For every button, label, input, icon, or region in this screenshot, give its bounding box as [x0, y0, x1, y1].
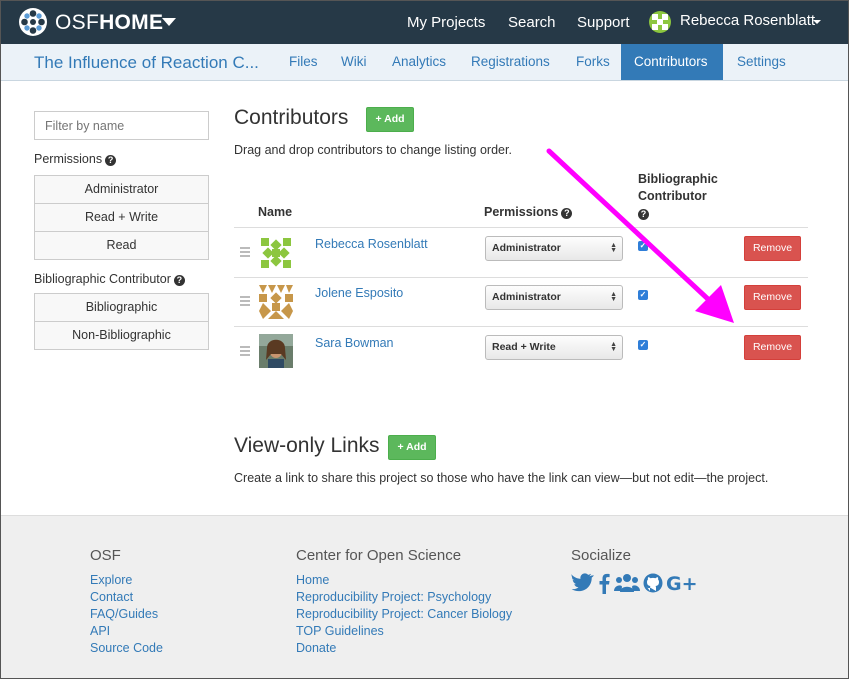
permission-select[interactable]: Administrator ▲ ▼	[485, 236, 623, 261]
svg-text:G+: G+	[666, 573, 698, 594]
footer-link-source-code[interactable]: Source Code	[90, 641, 163, 655]
avatar	[259, 285, 293, 319]
remove-contributor-button[interactable]: Remove	[744, 335, 801, 360]
twitter-icon[interactable]	[571, 572, 595, 594]
permission-select-value: Administrator	[492, 291, 561, 303]
nav-my-projects[interactable]: My Projects	[407, 14, 485, 31]
github-icon[interactable]	[642, 572, 664, 594]
bibliographic-checkbox[interactable]: ✓	[638, 241, 648, 251]
permission-select[interactable]: Read + Write ▲ ▼	[485, 335, 623, 360]
filter-read-button[interactable]: Read	[34, 231, 209, 260]
tab-wiki[interactable]: Wiki	[330, 44, 378, 80]
column-name: Name	[258, 205, 293, 219]
permissions-heading-label: Permissions	[34, 152, 103, 166]
table-divider	[234, 326, 808, 327]
facebook-icon[interactable]	[598, 572, 610, 594]
osf-logo-icon[interactable]	[18, 7, 48, 37]
permissions-heading: Permissions?	[34, 152, 117, 166]
remove-contributor-button[interactable]: Remove	[744, 236, 801, 261]
user-caret-down-icon[interactable]	[813, 20, 821, 24]
footer-link-explore[interactable]: Explore	[90, 573, 132, 587]
column-bibliographic: Bibliographic Contributor ?	[638, 171, 718, 222]
tab-analytics[interactable]: Analytics	[382, 44, 456, 80]
column-bibliographic-line1: Bibliographic	[638, 172, 718, 186]
column-permissions: Permissions?	[484, 205, 573, 219]
footer-link-rp-cancer-biology[interactable]: Reproducibility Project: Cancer Biology	[296, 607, 512, 621]
tab-contributors[interactable]: Contributors	[621, 44, 723, 80]
drag-handle-icon[interactable]	[240, 247, 250, 259]
question-circle-icon[interactable]: ?	[561, 208, 573, 219]
view-only-links-heading: View-only Links	[234, 434, 380, 457]
filter-read-write-button[interactable]: Read + Write	[34, 203, 209, 232]
google-plus-icon[interactable]: G+	[666, 572, 698, 594]
bibliographic-checkbox[interactable]: ✓	[638, 340, 648, 350]
user-avatar[interactable]	[649, 11, 671, 33]
brand-osf: OSF	[55, 11, 100, 34]
bibliographic-checkbox[interactable]: ✓	[638, 290, 648, 300]
question-circle-icon[interactable]: ?	[173, 275, 185, 286]
view-only-links-description: Create a link to share this project so t…	[234, 471, 769, 485]
tab-registrations[interactable]: Registrations	[461, 44, 560, 80]
bibliographic-heading-label: Bibliographic Contributor	[34, 272, 171, 286]
nav-search[interactable]: Search	[508, 14, 556, 31]
project-title[interactable]: The Influence of Reaction C...	[34, 53, 259, 73]
footer-cos-heading: Center for Open Science	[296, 547, 462, 564]
add-contributor-button[interactable]: + Add	[366, 107, 414, 132]
tab-settings[interactable]: Settings	[726, 44, 797, 80]
top-navbar: OSFHOME My Projects Search Support Rebec…	[1, 1, 848, 44]
footer-link-top-guidelines[interactable]: TOP Guidelines	[296, 624, 384, 638]
avatar	[259, 236, 293, 270]
footer-link-contact[interactable]: Contact	[90, 590, 133, 604]
tab-files[interactable]: Files	[278, 44, 329, 80]
add-view-only-link-button[interactable]: + Add	[388, 435, 436, 460]
brand-osf-home[interactable]: OSFHOME	[55, 11, 163, 35]
filter-administrator-button[interactable]: Administrator	[34, 175, 209, 204]
contributor-name-link[interactable]: Jolene Esposito	[315, 286, 403, 300]
brand-caret-down-icon[interactable]	[162, 18, 176, 26]
footer-link-api[interactable]: API	[90, 624, 110, 638]
project-navbar: The Influence of Reaction C... Files Wik…	[1, 44, 848, 81]
permission-select-value: Administrator	[492, 242, 561, 254]
avatar	[259, 334, 293, 368]
footer-link-rp-psychology[interactable]: Reproducibility Project: Psychology	[296, 590, 491, 604]
filter-non-bibliographic-button[interactable]: Non-Bibliographic	[34, 321, 209, 350]
page-frame: OSFHOME My Projects Search Support Rebec…	[0, 0, 849, 679]
column-permissions-label: Permissions	[484, 205, 559, 219]
filter-by-name-input[interactable]	[34, 111, 209, 140]
contributors-heading: Contributors	[234, 106, 349, 129]
brand-home: HOME	[99, 11, 164, 34]
drag-handle-icon[interactable]	[240, 296, 250, 308]
drag-handle-icon[interactable]	[240, 346, 250, 358]
select-arrows-icon: ▲ ▼	[610, 242, 617, 254]
permission-select[interactable]: Administrator ▲ ▼	[485, 285, 623, 310]
footer-link-home[interactable]: Home	[296, 573, 329, 587]
select-arrows-icon: ▲ ▼	[610, 341, 617, 353]
contributor-name-link[interactable]: Rebecca Rosenblatt	[315, 237, 428, 251]
select-arrows-icon: ▲ ▼	[610, 291, 617, 303]
table-divider	[234, 277, 808, 278]
bibliographic-heading: Bibliographic Contributor?	[34, 272, 185, 286]
footer-osf-heading: OSF	[90, 547, 121, 564]
user-name[interactable]: Rebecca Rosenblatt	[680, 12, 815, 29]
permission-select-value: Read + Write	[492, 341, 556, 353]
nav-support[interactable]: Support	[577, 14, 630, 31]
filter-bibliographic-button[interactable]: Bibliographic	[34, 293, 209, 322]
contributor-name-link[interactable]: Sara Bowman	[315, 336, 394, 350]
table-divider	[234, 227, 808, 228]
footer-link-donate[interactable]: Donate	[296, 641, 336, 655]
drag-drop-hint: Drag and drop contributors to change lis…	[234, 143, 512, 157]
column-bibliographic-line2: Contributor	[638, 189, 707, 203]
footer-social-heading: Socialize	[571, 547, 632, 564]
footer-link-faq[interactable]: FAQ/Guides	[90, 607, 158, 621]
group-icon[interactable]	[614, 572, 640, 594]
tab-forks[interactable]: Forks	[565, 44, 621, 80]
question-circle-icon[interactable]: ?	[105, 155, 117, 166]
remove-contributor-button[interactable]: Remove	[744, 285, 801, 310]
question-circle-icon[interactable]: ?	[638, 209, 649, 220]
